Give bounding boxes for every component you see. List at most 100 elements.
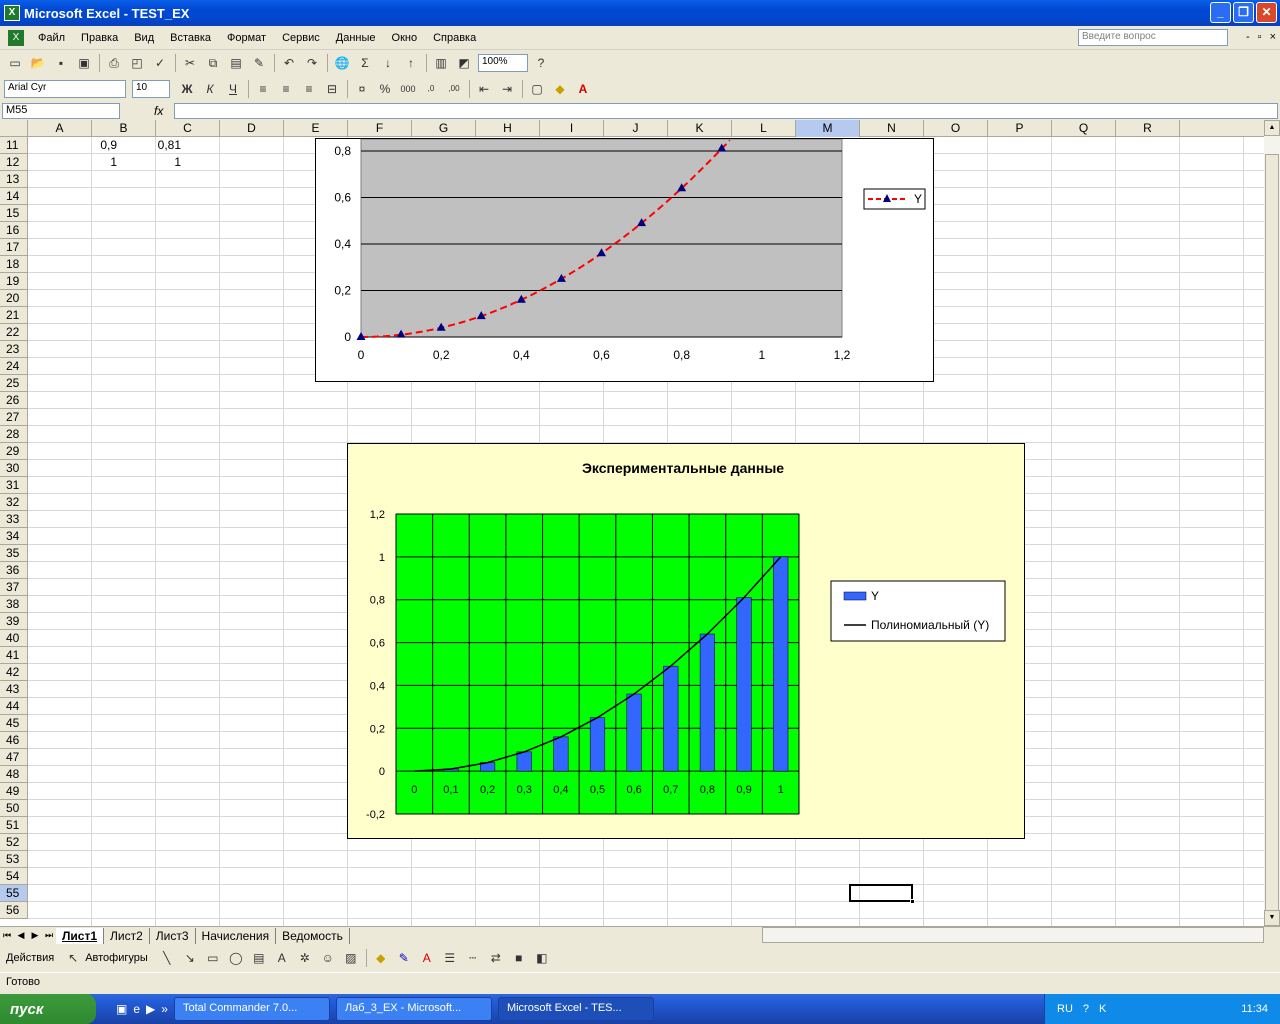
row-header-30[interactable]: 30: [0, 460, 28, 477]
row-header-24[interactable]: 24: [0, 358, 28, 375]
first-sheet-icon[interactable]: ⏮: [0, 930, 14, 941]
format-painter-icon[interactable]: ✎: [248, 52, 270, 74]
show-desktop-icon[interactable]: ▣: [116, 1002, 127, 1016]
fill-handle[interactable]: [910, 899, 915, 904]
decrease-indent-icon[interactable]: ⇤: [473, 78, 495, 100]
column-header-m[interactable]: M: [796, 120, 860, 137]
tab-list3[interactable]: Лист3: [150, 927, 196, 944]
doc-close-icon[interactable]: ×: [1270, 31, 1276, 43]
cell-b12[interactable]: 1: [120, 154, 184, 171]
row-header-15[interactable]: 15: [0, 205, 28, 222]
new-icon[interactable]: ▭: [4, 52, 26, 74]
column-header-a[interactable]: A: [28, 120, 92, 137]
row-header-29[interactable]: 29: [0, 443, 28, 460]
column-header-f[interactable]: F: [348, 120, 412, 137]
arrow-style-icon[interactable]: ⇄: [485, 947, 507, 969]
scroll-down-icon[interactable]: ▼: [1264, 910, 1280, 926]
zoom-select[interactable]: 100%: [478, 54, 528, 72]
align-center-icon[interactable]: ≡: [275, 78, 297, 100]
row-header-41[interactable]: 41: [0, 647, 28, 664]
picture-icon[interactable]: ▨: [340, 947, 362, 969]
line-style-icon[interactable]: ☰: [439, 947, 461, 969]
select-all-corner[interactable]: [0, 120, 28, 137]
tab-nachisleniya[interactable]: Начисления: [196, 927, 277, 944]
row-header-28[interactable]: 28: [0, 426, 28, 443]
oval-icon[interactable]: ◯: [225, 947, 247, 969]
selected-cell-m55[interactable]: [849, 884, 915, 904]
line-icon[interactable]: ╲: [156, 947, 178, 969]
align-left-icon[interactable]: ≡: [252, 78, 274, 100]
excel-app-icon[interactable]: X: [4, 5, 20, 21]
media-player-icon[interactable]: ▶: [146, 1002, 155, 1016]
column-header-e[interactable]: E: [284, 120, 348, 137]
diagram-icon[interactable]: ✲: [294, 947, 316, 969]
row-header-38[interactable]: 38: [0, 596, 28, 613]
row-header-26[interactable]: 26: [0, 392, 28, 409]
arrow-icon[interactable]: ↘: [179, 947, 201, 969]
permission-icon[interactable]: ▣: [73, 52, 95, 74]
row-header-18[interactable]: 18: [0, 256, 28, 273]
bold-icon[interactable]: Ж: [176, 78, 198, 100]
underline-icon[interactable]: Ч: [222, 78, 244, 100]
increase-indent-icon[interactable]: ⇥: [496, 78, 518, 100]
row-header-19[interactable]: 19: [0, 273, 28, 290]
row-header-48[interactable]: 48: [0, 766, 28, 783]
last-sheet-icon[interactable]: ⏭: [42, 930, 56, 941]
align-right-icon[interactable]: ≡: [298, 78, 320, 100]
save-icon[interactable]: ▪: [50, 52, 72, 74]
chart-bar[interactable]: Экспериментальные данные -0,2 0 0,2 0,4 0,6 0,…: [347, 443, 1025, 839]
line-color-icon[interactable]: ✎: [393, 947, 415, 969]
tab-list1[interactable]: Лист1: [56, 927, 105, 944]
3d-icon[interactable]: ◧: [531, 947, 553, 969]
wordart-icon[interactable]: A: [271, 947, 293, 969]
column-header-o[interactable]: O: [924, 120, 988, 137]
row-header-55[interactable]: 55: [0, 885, 28, 902]
row-header-31[interactable]: 31: [0, 477, 28, 494]
row-header-12[interactable]: 12: [0, 154, 28, 171]
cell-a12[interactable]: 1: [56, 154, 120, 171]
column-header-g[interactable]: G: [412, 120, 476, 137]
close-button[interactable]: ✕: [1256, 2, 1277, 23]
row-header-49[interactable]: 49: [0, 783, 28, 800]
menu-file[interactable]: Файл: [30, 32, 73, 44]
hyperlink-icon[interactable]: 🌐: [331, 52, 353, 74]
tab-vedomost[interactable]: Ведомость: [276, 927, 350, 944]
help-tray-icon[interactable]: ?: [1083, 1003, 1089, 1015]
menu-view[interactable]: Вид: [126, 32, 162, 44]
menu-tools[interactable]: Сервис: [274, 32, 328, 44]
tab-list2[interactable]: Лист2: [104, 927, 150, 944]
actions-menu[interactable]: Действия: [6, 952, 54, 964]
task-total-commander[interactable]: Total Commander 7.0...: [173, 997, 330, 1021]
font-size-select[interactable]: 10: [132, 80, 170, 98]
menu-edit[interactable]: Правка: [73, 32, 126, 44]
ie-icon[interactable]: e: [133, 1002, 140, 1016]
doc-restore-icon[interactable]: ▫: [1258, 31, 1262, 43]
increase-decimal-icon[interactable]: ,0: [420, 78, 442, 100]
row-header-25[interactable]: 25: [0, 375, 28, 392]
row-header-42[interactable]: 42: [0, 664, 28, 681]
help-icon[interactable]: ?: [530, 52, 552, 74]
row-header-45[interactable]: 45: [0, 715, 28, 732]
sort-descending-icon[interactable]: ↑: [400, 52, 422, 74]
row-header-27[interactable]: 27: [0, 409, 28, 426]
next-sheet-icon[interactable]: ▶: [28, 930, 42, 941]
row-header-44[interactable]: 44: [0, 698, 28, 715]
row-header-21[interactable]: 21: [0, 307, 28, 324]
chart-wizard-icon[interactable]: ▥: [430, 52, 452, 74]
dash-style-icon[interactable]: ┄: [462, 947, 484, 969]
redo-icon[interactable]: ↷: [301, 52, 323, 74]
menu-window[interactable]: Окно: [384, 32, 426, 44]
row-header-35[interactable]: 35: [0, 545, 28, 562]
row-header-34[interactable]: 34: [0, 528, 28, 545]
row-header-16[interactable]: 16: [0, 222, 28, 239]
font-color-icon[interactable]: A: [416, 947, 438, 969]
language-indicator[interactable]: RU: [1057, 1003, 1073, 1015]
thousands-icon[interactable]: 000: [397, 78, 419, 100]
currency-icon[interactable]: ¤: [351, 78, 373, 100]
percent-icon[interactable]: %: [374, 78, 396, 100]
menu-insert[interactable]: Вставка: [162, 32, 219, 44]
row-header-51[interactable]: 51: [0, 817, 28, 834]
cell-a11[interactable]: 0,9: [56, 137, 120, 154]
column-header-h[interactable]: H: [476, 120, 540, 137]
row-header-32[interactable]: 32: [0, 494, 28, 511]
